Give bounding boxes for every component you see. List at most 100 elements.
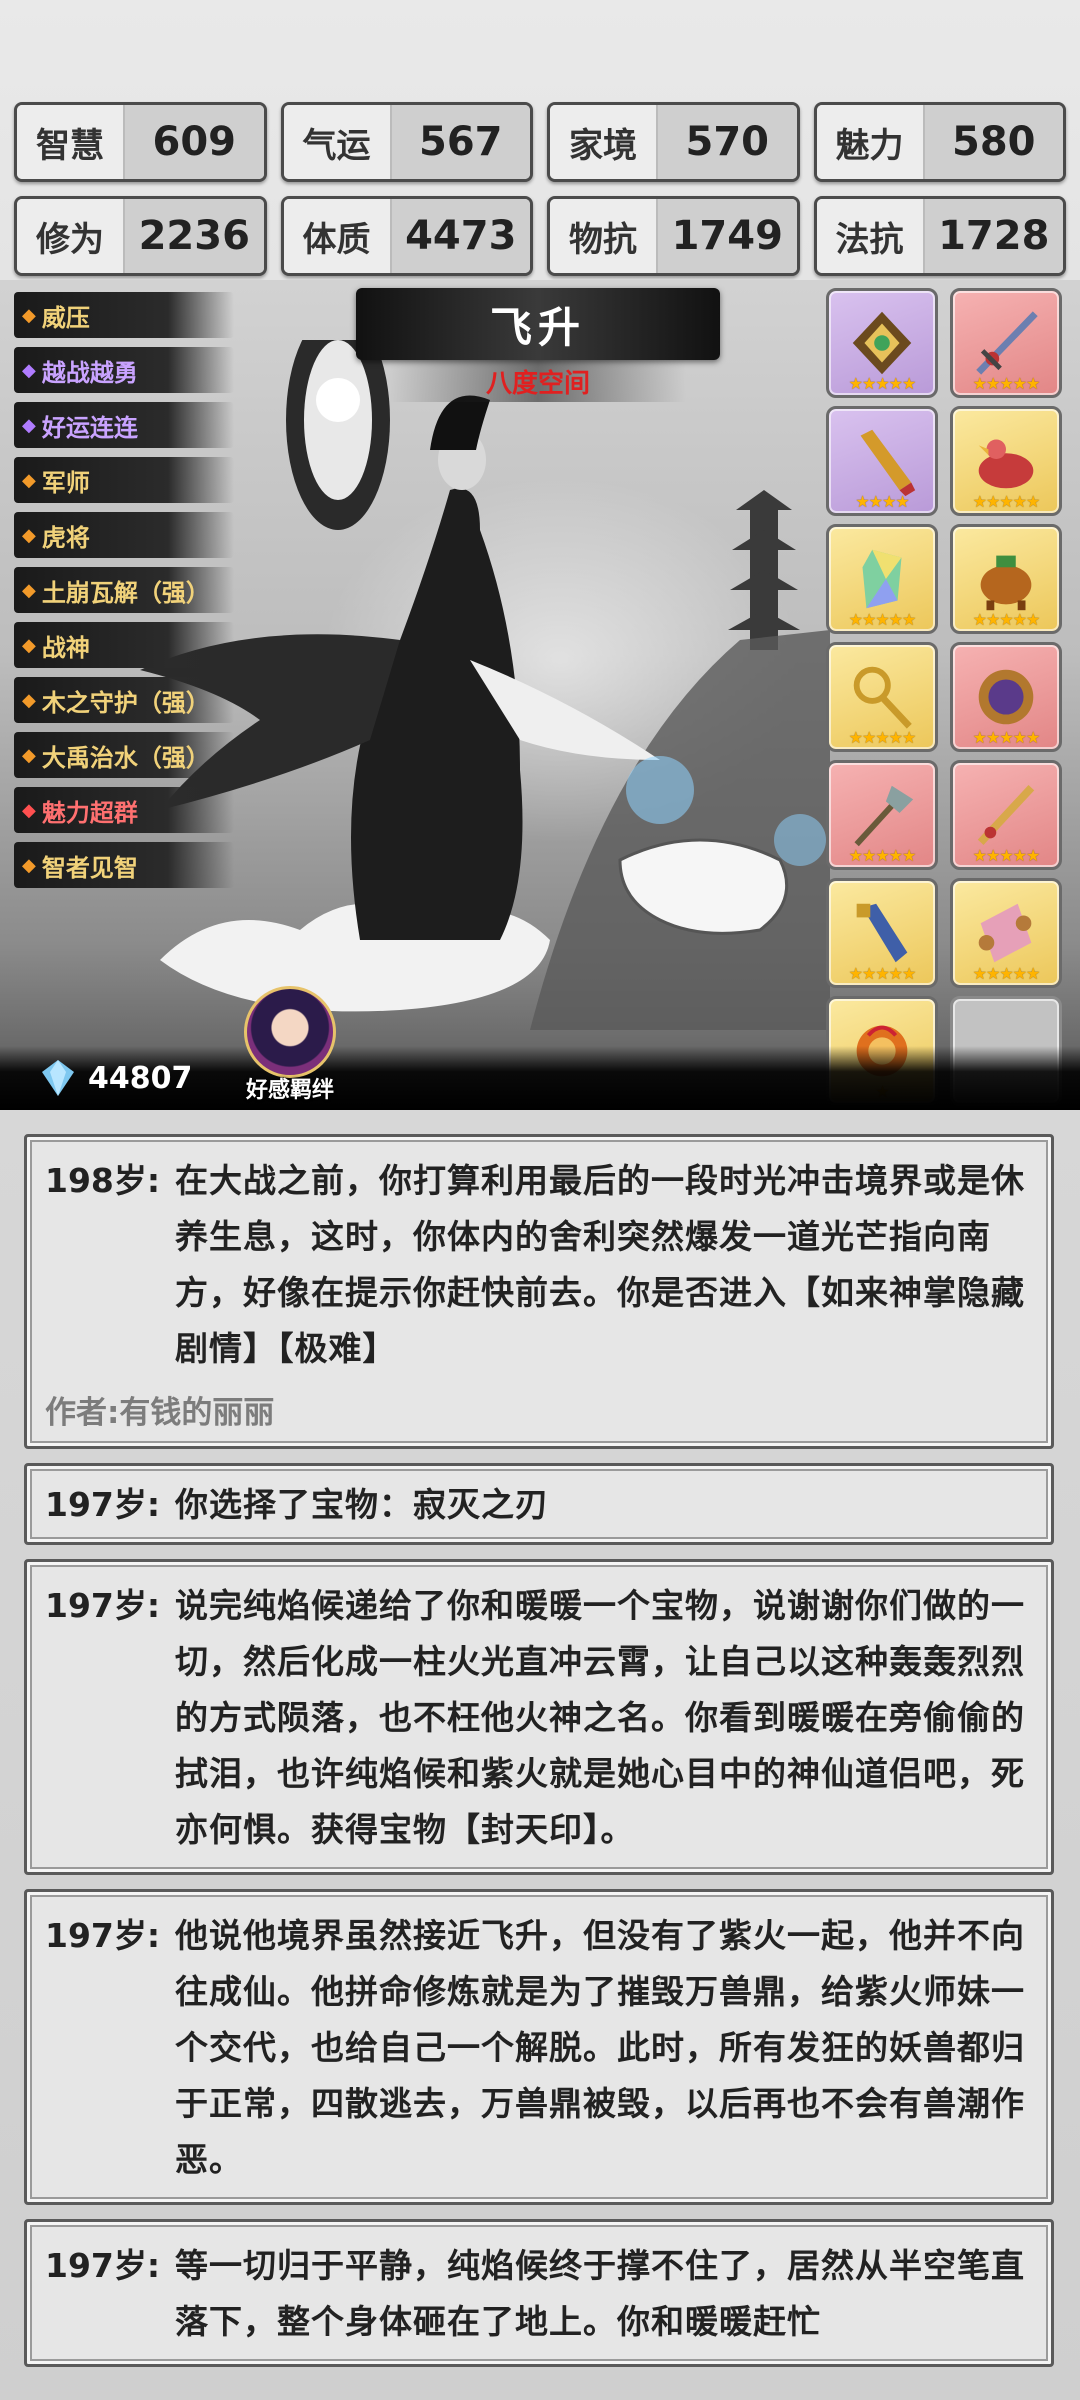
stat-label: 物抗 (550, 199, 658, 273)
stat-cultivation: 修为 2236 (14, 196, 267, 276)
currency-amount: 44807 (88, 1060, 193, 1096)
stat-value: 2236 (125, 199, 264, 273)
jeweled-sword-icon (976, 311, 1038, 375)
rainbow-crystal-icon (862, 549, 902, 609)
trait-item[interactable]: ◆ 虎将 (14, 512, 234, 558)
trait-label: 好运连连 (41, 413, 138, 442)
mirror-icon (978, 669, 1034, 725)
stat-label: 修为 (17, 199, 125, 273)
log-text: 在大战之前，你打算利用最后的一段时光冲击境界或是休养生息，这时，你体内的舍利突然… (175, 1161, 1025, 1368)
ornate-amulet-icon (852, 311, 912, 375)
treasure-slot[interactable]: ★★★★★ (826, 760, 938, 870)
red-bird-pot-icon (978, 439, 1034, 489)
star-rating: ★★★★★ (972, 374, 1041, 393)
star-rating: ★★★★★ (848, 964, 917, 983)
trait-item[interactable]: ◆ 好运连连 (14, 402, 234, 448)
star-rating: ★★★★★ (848, 846, 917, 865)
log-entry: 197岁: 等一切归于平静，纯焰候终于撑不住了，居然从半空笔直落下，整个身体砸在… (24, 2219, 1054, 2367)
stat-value: 609 (125, 105, 264, 179)
treasure-slot[interactable]: ★★★★★ (950, 642, 1062, 752)
star-rating: ★★★★★ (848, 610, 917, 629)
trait-item[interactable]: ◆ 土崩瓦解（强） (14, 567, 234, 613)
log-entry: 197岁: 说完纯焰候递给了你和暖暖一个宝物，说谢谢你们做的一切，然后化成一柱火… (24, 1559, 1054, 1875)
treasure-slot[interactable]: ★★★★★ (950, 288, 1062, 398)
trait-item[interactable]: ◆ 魅力超群 (14, 787, 234, 833)
star-rating: ★★★★★ (972, 492, 1041, 511)
stat-label: 家境 (550, 105, 658, 179)
trait-label: 智者见智 (41, 853, 138, 882)
event-log[interactable]: 198岁: 在大战之前，你打算利用最后的一段时光冲击境界或是休养生息，这时，你体… (24, 1134, 1054, 2381)
diamond-bullet-icon: ◆ (22, 799, 36, 821)
treasure-slot[interactable]: ★★★★★ (826, 524, 938, 634)
log-text: 说完纯焰候递给了你和暖暖一个宝物，说谢谢你们做的一切，然后化成一柱火光直冲云霄，… (175, 1586, 1025, 1849)
star-rating: ★★★★★ (972, 610, 1041, 629)
bronze-cauldron-icon (980, 555, 1032, 611)
stat-value: 580 (924, 105, 1063, 179)
realm-title: 飞升 (356, 288, 720, 360)
trait-item[interactable]: ◆ 军师 (14, 457, 234, 503)
treasure-slot[interactable]: ★★★★★ (826, 288, 938, 398)
trait-label: 威压 (41, 303, 90, 332)
blue-dagger-icon (856, 903, 908, 963)
diamond-icon (42, 1060, 74, 1096)
log-author: 作者:有钱的丽丽 (45, 1395, 275, 1431)
star-rating: ★★★★★ (972, 846, 1041, 865)
diamond-bullet-icon: ◆ (22, 469, 36, 491)
trait-label: 越战越勇 (41, 358, 138, 387)
stat-label: 法抗 (816, 199, 925, 273)
diamond-bullet-icon: ◆ (22, 359, 36, 381)
log-age: 197岁: (45, 2246, 161, 2285)
stat-value: 1728 (924, 199, 1063, 273)
stat-luck: 气运 567 (280, 102, 533, 182)
log-age: 197岁: (45, 1485, 161, 1524)
log-age: 198岁: (45, 1161, 161, 1200)
log-age: 197岁: (45, 1916, 161, 1955)
star-rating: ★★★★ (855, 492, 909, 511)
golden-scepter-icon (853, 666, 912, 729)
trait-label: 木之守护（强） (41, 688, 210, 717)
diamond-bullet-icon: ◆ (22, 414, 36, 436)
log-entry: 197岁: 你选择了宝物：寂灭之刃 (24, 1463, 1054, 1545)
stats-panel: 智慧 609 气运 567 家境 570 魅力 580 修为 2236 体质 4… (14, 102, 1066, 276)
star-rating: ★★★★★ (972, 728, 1041, 747)
diamond-bullet-icon: ◆ (22, 304, 36, 326)
trait-label: 军师 (41, 468, 90, 497)
stat-value: 570 (658, 105, 797, 179)
log-entry: 197岁: 他说他境界虽然接近飞升，但没有了紫火一起，他并不向往成仙。他拼命修炼… (24, 1889, 1054, 2205)
trait-label: 土崩瓦解（强） (41, 578, 210, 607)
log-entry[interactable]: 198岁: 在大战之前，你打算利用最后的一段时光冲击境界或是休养生息，这时，你体… (24, 1134, 1054, 1449)
star-rating: ★★★★★ (848, 374, 917, 393)
star-rating: ★★★★★ (848, 728, 917, 747)
trait-label: 战神 (41, 633, 90, 662)
star-rating: ★★★★★ (972, 964, 1041, 983)
stat-wisdom: 智慧 609 (14, 102, 267, 182)
log-text: 你选择了宝物：寂灭之刃 (175, 1485, 549, 1524)
trait-item[interactable]: ◆ 越战越勇 (14, 347, 234, 393)
treasure-slot[interactable]: ★★★★ (826, 406, 938, 516)
trait-label: 魅力超群 (41, 798, 138, 827)
diamond-bullet-icon: ◆ (22, 689, 36, 711)
companion-bond-button[interactable]: 好感羁绊 (230, 986, 350, 1106)
treasure-slot[interactable]: ★★★★★ (826, 878, 938, 988)
trait-item[interactable]: ◆ 大禹治水（强） (14, 732, 234, 778)
companion-avatar (244, 986, 336, 1078)
stat-constitution: 体质 4473 (280, 196, 533, 276)
treasure-slot[interactable]: ★★★★★ (950, 406, 1062, 516)
stat-label: 体质 (283, 199, 392, 273)
diamond-bullet-icon: ◆ (22, 579, 36, 601)
trait-item[interactable]: ◆ 战神 (14, 622, 234, 668)
trait-item[interactable]: ◆ 威压 (14, 292, 234, 338)
trait-label: 虎将 (41, 523, 90, 552)
treasure-slot[interactable]: ★★★★★ (950, 878, 1062, 988)
trait-item[interactable]: ◆ 木之守护（强） (14, 677, 234, 723)
character-scene: ◆ 威压 ◆ 越战越勇 ◆ 好运连连 ◆ 军师 ◆ 虎将 ◆ 土崩瓦解（强） ◆ 战神 ◆ 木之… (0, 280, 1080, 1110)
trait-list: ◆ 威压 ◆ 越战越勇 ◆ 好运连连 ◆ 军师 ◆ 虎将 ◆ 土崩瓦解（强） ◆ 战神 ◆ 木之… (14, 292, 234, 897)
stat-value: 567 (391, 105, 530, 179)
treasure-slot[interactable]: ★★★★★ (950, 760, 1062, 870)
treasure-slot[interactable]: ★★★★★ (950, 524, 1062, 634)
log-text: 他说他境界虽然接近飞升，但没有了紫火一起，他并不向往成仙。他拼命修炼就是为了摧毁… (175, 1916, 1025, 2179)
stat-label: 智慧 (17, 105, 125, 179)
treasure-slot[interactable]: ★★★★★ (826, 642, 938, 752)
stat-family: 家境 570 (547, 102, 800, 182)
trait-item[interactable]: ◆ 智者见智 (14, 842, 234, 888)
